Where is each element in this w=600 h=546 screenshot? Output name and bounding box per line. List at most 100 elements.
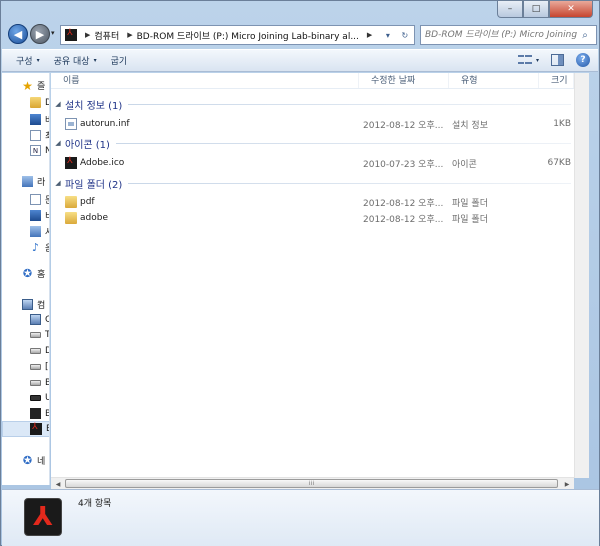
disc-drive-icon bbox=[30, 408, 41, 419]
sidebar-item-label: D bbox=[45, 98, 49, 108]
address-bar[interactable]: ▶ 컴퓨터 ▶ BD-ROM 드라이브 (P:) Micro Joining L… bbox=[60, 25, 415, 45]
sidebar-item-usb[interactable]: U bbox=[30, 393, 49, 403]
view-icon bbox=[517, 54, 532, 66]
chevron-down-icon: ▾ bbox=[535, 56, 539, 64]
file-name: adobe bbox=[80, 213, 108, 223]
drive-icon bbox=[30, 380, 41, 386]
sidebar-item-desktop[interactable]: 바 bbox=[30, 113, 49, 126]
column-header-name[interactable]: 이름 bbox=[51, 73, 359, 88]
file-row[interactable]: autorun.inf 2012-08-12 오후... 설치 정보 1KB bbox=[51, 116, 571, 132]
minimize-button[interactable]: – bbox=[497, 1, 523, 18]
close-button[interactable]: ✕ bbox=[549, 1, 593, 18]
network-icon: ✪ bbox=[22, 454, 33, 467]
address-history-dropdown[interactable]: ▾ bbox=[386, 31, 390, 40]
breadcrumb-drive[interactable]: BD-ROM 드라이브 (P:) Micro Joining Lab-binar… bbox=[137, 29, 359, 42]
desktop-icon bbox=[30, 114, 41, 125]
sidebar-item-label: 즐 bbox=[37, 82, 46, 92]
sidebar-item-drive-d[interactable]: D bbox=[30, 346, 49, 356]
burn-button[interactable]: 굽기 bbox=[111, 54, 128, 67]
sidebar-item-network[interactable]: ✪ 네 bbox=[22, 454, 45, 467]
column-header-date[interactable]: 수정한 날짜 bbox=[359, 73, 449, 88]
group-header[interactable]: ◢ 아이콘 (1) bbox=[51, 135, 571, 151]
sidebar-item-drive-c[interactable]: C bbox=[30, 314, 49, 325]
sidebar-item-favorites[interactable]: ★ 즐 bbox=[22, 79, 46, 93]
group-header[interactable]: ◢ 파일 폴더 (2) bbox=[51, 175, 571, 191]
breadcrumb-separator[interactable]: ▶ bbox=[367, 31, 372, 39]
sidebar-item-downloads[interactable]: D bbox=[30, 97, 49, 108]
file-row[interactable]: pdf 2012-08-12 오후... 파일 폴더 bbox=[51, 194, 571, 210]
recent-pages-dropdown[interactable]: ▾ bbox=[51, 29, 55, 37]
adobe-pdf-icon: ⅄ bbox=[24, 498, 62, 536]
sidebar-item-documents[interactable]: 문 bbox=[30, 193, 49, 206]
drive-icon bbox=[30, 348, 41, 354]
sidebar-item-n[interactable]: NN bbox=[30, 145, 49, 156]
horizontal-scrollbar[interactable]: ◀ ⁞⁞⁞ ▶ bbox=[51, 477, 574, 489]
collapse-icon[interactable]: ◢ bbox=[51, 100, 65, 108]
search-icon[interactable]: ⌕ bbox=[577, 30, 593, 41]
sidebar-item-label: 바 bbox=[45, 113, 49, 126]
sidebar-item-label: T bbox=[45, 330, 50, 340]
maximize-button[interactable]: □ bbox=[523, 1, 549, 18]
sidebar-item-recent[interactable]: 최 bbox=[30, 129, 49, 142]
group-title: 설치 정보 (1) bbox=[65, 100, 123, 112]
preview-pane-icon[interactable] bbox=[551, 54, 564, 66]
sidebar-item-computer[interactable]: 컴 bbox=[22, 298, 45, 311]
file-name: autorun.inf bbox=[80, 119, 130, 129]
file-date: 2012-08-12 오후... bbox=[363, 120, 444, 131]
address-controls: ▾ ↻ bbox=[380, 26, 414, 44]
drive-icon bbox=[30, 332, 41, 338]
sidebar-item-drive-t[interactable]: T bbox=[30, 330, 50, 340]
sidebar-item-label: 최 bbox=[45, 129, 49, 142]
help-icon[interactable]: ? bbox=[576, 53, 590, 67]
adobe-icon bbox=[65, 156, 77, 169]
group-divider bbox=[115, 142, 571, 144]
documents-icon bbox=[30, 194, 41, 205]
pdf-drive-icon bbox=[65, 28, 77, 41]
caption-buttons: – □ ✕ bbox=[497, 1, 593, 18]
sidebar-item-label: 음 bbox=[45, 241, 49, 254]
file-size: 1KB bbox=[553, 119, 571, 129]
breadcrumb-computer[interactable]: 컴퓨터 bbox=[94, 29, 119, 42]
search-box[interactable]: ⌕ bbox=[420, 25, 597, 45]
sidebar-item-music[interactable]: ♪음 bbox=[30, 241, 49, 254]
back-button[interactable]: ◀ bbox=[8, 24, 28, 44]
navigation-pane: ★즐 D 바 최 NN 라 문 비 사 ♪음 ✪홈 컴 C T D [. B U… bbox=[2, 73, 50, 485]
forward-button[interactable]: ▶ bbox=[30, 24, 50, 44]
sidebar-item-label: B bbox=[46, 424, 49, 434]
column-header-size[interactable]: 크기 bbox=[539, 73, 574, 88]
organize-label: 구성 bbox=[16, 57, 33, 67]
search-input[interactable] bbox=[421, 27, 577, 43]
sidebar-item-label: B bbox=[45, 409, 49, 419]
item-count: 4개 항목 bbox=[78, 499, 112, 509]
refresh-icon[interactable]: ↻ bbox=[401, 31, 408, 40]
column-header-type[interactable]: 유형 bbox=[449, 73, 539, 88]
change-view-button[interactable]: ▾ bbox=[517, 54, 539, 66]
organize-button[interactable]: 구성 ▾ bbox=[16, 54, 40, 67]
breadcrumb-separator[interactable]: ▶ bbox=[127, 31, 132, 39]
file-name: Adobe.ico bbox=[80, 158, 125, 168]
sidebar-item-drive-bracket[interactable]: [. bbox=[30, 362, 49, 372]
sidebar-item-pictures[interactable]: 사 bbox=[30, 225, 49, 238]
scrollbar-thumb[interactable]: ⁞⁞⁞ bbox=[65, 479, 558, 488]
file-row[interactable]: Adobe.ico 2010-07-23 오후... 아이콘 67KB bbox=[51, 155, 571, 171]
explorer-window: – □ ✕ ◀ ▶ ▾ ▶ 컴퓨터 ▶ BD-ROM 드라이브 (P:) Mic… bbox=[0, 0, 600, 546]
sidebar-item-homegroup[interactable]: ✪ 홈 bbox=[22, 267, 45, 280]
note-icon: N bbox=[30, 145, 41, 156]
group-header[interactable]: ◢ 설치 정보 (1) bbox=[51, 96, 571, 112]
sidebar-item-drive-b[interactable]: B bbox=[30, 378, 49, 388]
sidebar-item-libraries[interactable]: 라 bbox=[22, 175, 45, 188]
collapse-icon[interactable]: ◢ bbox=[51, 139, 65, 147]
share-with-button[interactable]: 공유 대상 ▾ bbox=[54, 54, 97, 67]
sidebar-item-label: 홈 bbox=[37, 270, 46, 280]
share-with-label: 공유 대상 bbox=[53, 57, 90, 67]
sidebar-item-disc-b[interactable]: B bbox=[30, 408, 49, 419]
sidebar-item-pdf-drive[interactable]: B bbox=[30, 422, 49, 435]
vertical-scrollbar[interactable] bbox=[574, 73, 589, 478]
sidebar-item-videos[interactable]: 비 bbox=[30, 209, 49, 222]
sidebar-item-label: [. bbox=[45, 362, 49, 372]
breadcrumb-separator[interactable]: ▶ bbox=[85, 31, 90, 39]
file-row[interactable]: adobe 2012-08-12 오후... 파일 폴더 bbox=[51, 210, 571, 226]
navigation-bar: ◀ ▶ ▾ ▶ 컴퓨터 ▶ BD-ROM 드라이브 (P:) Micro Joi… bbox=[5, 21, 597, 47]
computer-icon bbox=[22, 299, 33, 310]
collapse-icon[interactable]: ◢ bbox=[51, 179, 65, 187]
